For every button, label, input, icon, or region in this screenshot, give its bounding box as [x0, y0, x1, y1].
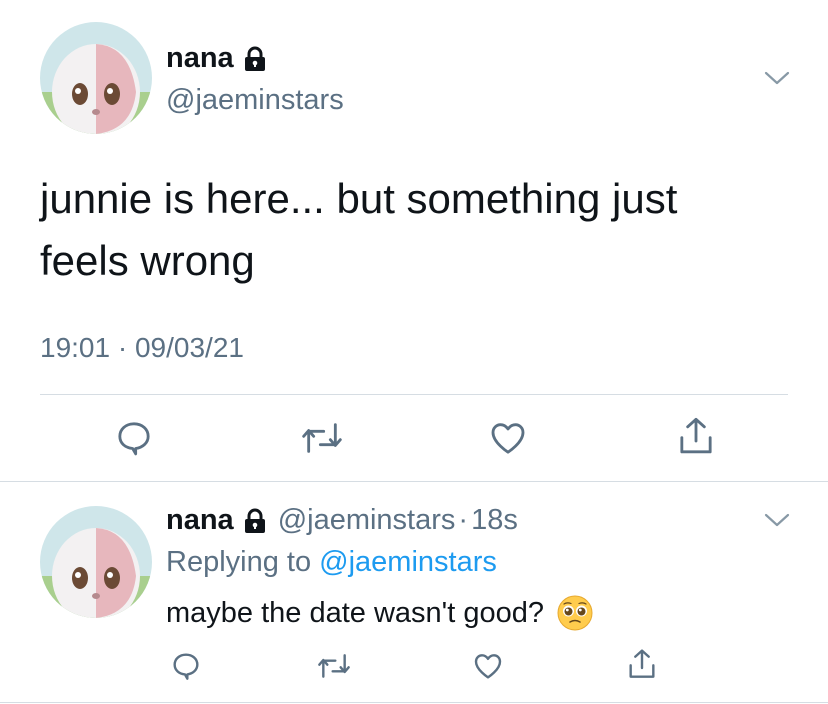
replying-to: Replying to @jaeminstars	[166, 546, 497, 579]
divider	[40, 394, 788, 395]
reply-header: nana @jaeminstars · 18s	[166, 504, 518, 537]
tweet-text: maybe the date wasn't good?	[166, 594, 594, 632]
lock-icon	[242, 46, 268, 72]
tweet-time: 19:01	[40, 332, 111, 363]
share-icon	[629, 649, 655, 678]
lock-icon	[242, 508, 268, 534]
avatar-image	[40, 22, 152, 134]
reply-button[interactable]	[114, 418, 154, 458]
reply-button[interactable]	[170, 650, 202, 682]
separator: ·	[458, 504, 469, 536]
chevron-down-icon[interactable]	[764, 70, 790, 86]
chevron-down-icon[interactable]	[764, 512, 790, 528]
avatar[interactable]	[40, 506, 152, 618]
author-handle[interactable]: @jaeminstars	[278, 504, 456, 537]
tweet-text: junnie is here... but something just fee…	[40, 175, 678, 284]
reply-icon	[118, 422, 150, 456]
divider	[0, 481, 828, 482]
retweet-button[interactable]	[316, 650, 352, 682]
tweet-date: 09/03/21	[134, 332, 244, 363]
heart-icon	[491, 423, 525, 454]
avatar-image	[40, 506, 152, 618]
heart-icon	[474, 654, 502, 679]
author-name-text[interactable]: nana	[166, 504, 234, 537]
reply-icon	[173, 653, 199, 680]
tweet-timestamp[interactable]: 19:01 · 09/03/21	[40, 332, 244, 364]
share-button[interactable]	[626, 646, 658, 682]
like-button[interactable]	[488, 418, 528, 458]
retweet-button[interactable]	[300, 418, 344, 458]
tweet-age[interactable]: 18s	[471, 504, 518, 537]
avatar[interactable]	[40, 22, 152, 134]
replying-to-link[interactable]: @jaeminstars	[319, 546, 497, 578]
like-button[interactable]	[472, 650, 504, 682]
pleading-face-emoji	[556, 594, 594, 632]
reply-text-content: maybe the date wasn't good?	[166, 596, 544, 629]
separator: ·	[117, 332, 128, 363]
author-name-text[interactable]: nana	[166, 42, 234, 75]
retweet-icon	[302, 423, 342, 453]
retweet-icon	[318, 654, 350, 678]
author-name[interactable]: nana	[166, 42, 268, 75]
author-handle[interactable]: @jaeminstars	[166, 84, 344, 117]
divider	[0, 702, 828, 703]
replying-prefix: Replying to	[166, 546, 312, 578]
share-button[interactable]	[676, 414, 716, 458]
share-icon	[680, 417, 712, 454]
